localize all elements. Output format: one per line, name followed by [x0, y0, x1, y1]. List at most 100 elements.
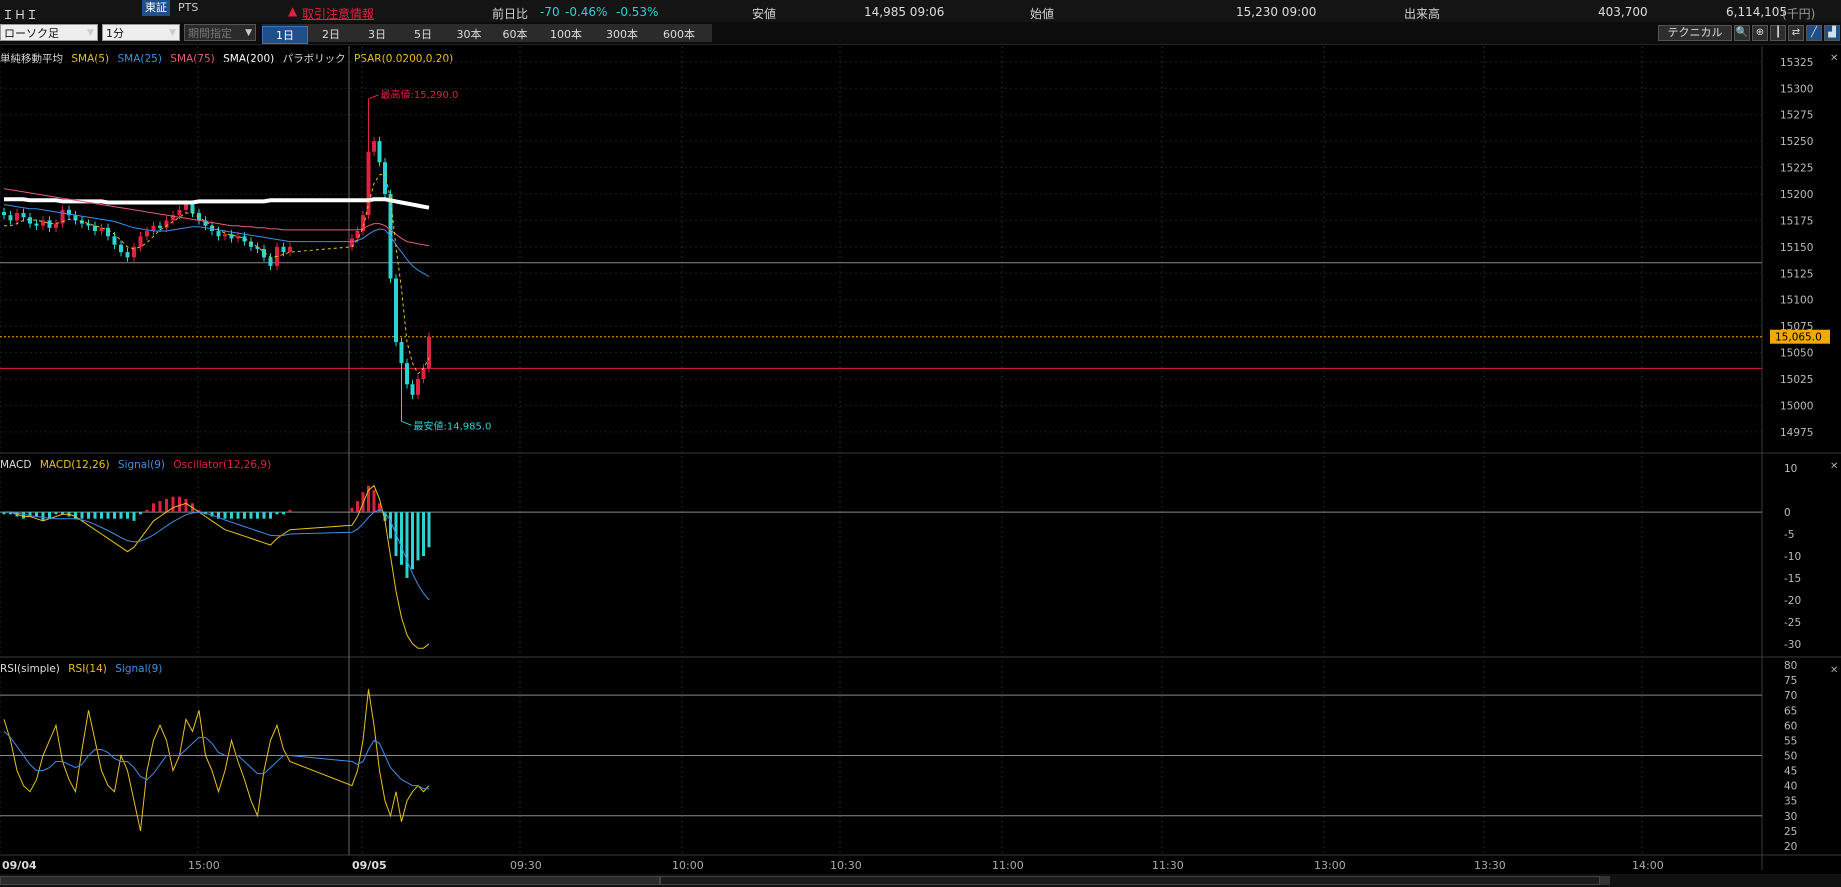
chart-canvas[interactable]: 最高値:15,290.0 最安値:14,985.0 09/04 15:00 09/05…	[0, 0, 1841, 887]
macd-legend: MACD MACD(12,26) Signal(9) Oscillator(12…	[0, 459, 276, 471]
scroll-right-handle[interactable]	[1600, 876, 1610, 885]
rsi-tick-label: 70	[1784, 690, 1797, 702]
time-scrollbar[interactable]	[0, 874, 1841, 887]
close-icon[interactable]: ✕	[1830, 53, 1841, 64]
range-5d-button[interactable]: 5日	[400, 26, 446, 44]
period-select[interactable]: 期間指定 ▼	[184, 24, 256, 41]
candle	[171, 215, 175, 221]
sma200-label[interactable]: SMA(200)	[223, 53, 274, 65]
draw-icon[interactable]: ╱	[1806, 25, 1822, 41]
candle	[410, 384, 415, 395]
macd-oscillator-bar	[230, 512, 233, 519]
macd-oscillator-bar	[262, 512, 266, 519]
macd-oscillator-bar	[28, 512, 32, 517]
candle	[249, 241, 253, 247]
scrollbar-range[interactable]	[660, 876, 1600, 885]
macd-tick-label: -15	[1784, 573, 1801, 585]
sma5-label[interactable]: SMA(5)	[71, 53, 109, 65]
price-tick-label: 15125	[1780, 268, 1813, 280]
range-600bars-button[interactable]: 600本	[650, 26, 708, 44]
exchange-tab[interactable]: 東証	[142, 0, 170, 16]
zoom-icon[interactable]: ⊕	[1752, 25, 1768, 41]
alert-link[interactable]: 取引注意情報	[302, 5, 374, 22]
candle	[158, 225, 162, 228]
scrollbar-thumb[interactable]	[0, 876, 660, 885]
range-30bars-button[interactable]: 30本	[446, 26, 492, 44]
candle	[177, 209, 182, 216]
macd-oscillator-bar	[41, 512, 45, 521]
sma25-label[interactable]: SMA(25)	[117, 53, 161, 65]
candle	[361, 215, 365, 231]
candle	[210, 225, 214, 231]
sma5-line	[4, 172, 430, 375]
price-tick-label: 15075	[1780, 321, 1813, 333]
sma75-label[interactable]: SMA(75)	[170, 53, 214, 65]
price-tick-label: 15300	[1780, 83, 1813, 95]
rsi-legend: RSI(simple) RSI(14) Signal(9)	[0, 663, 167, 675]
candle	[73, 215, 78, 221]
compare-icon[interactable]: ⇄	[1788, 25, 1804, 41]
macd-osc-label[interactable]: Oscillator(12,26,9)	[173, 459, 271, 471]
range-1d-button[interactable]: 1日	[262, 26, 308, 44]
rsi-title: RSI(simple)	[0, 663, 60, 675]
range-300bars-button[interactable]: 300本	[594, 26, 650, 44]
range-100bars-button[interactable]: 100本	[538, 26, 594, 44]
high-marker	[368, 94, 379, 100]
macd-oscillator-bar	[158, 501, 162, 513]
candle	[383, 162, 387, 194]
x-axis-label: 13:30	[1474, 859, 1506, 872]
macd-oscillator-bar	[106, 512, 110, 519]
price-tick-label: 15275	[1780, 110, 1813, 122]
macd-signal-line	[4, 509, 430, 601]
rsi-tick-label: 30	[1784, 811, 1797, 823]
candle	[93, 225, 97, 231]
macd-oscillator-bar	[139, 512, 142, 515]
sma25-line	[3, 204, 430, 277]
candle	[216, 231, 221, 237]
chevron-down-icon: ▼	[245, 28, 252, 38]
macd-oscillator-bar	[2, 512, 6, 515]
rsi-tick-label: 80	[1784, 660, 1797, 672]
macd-title: MACD	[0, 459, 32, 471]
range-2d-button[interactable]: 2日	[308, 26, 354, 44]
macd-oscillator-bar	[217, 512, 220, 519]
chart-type-value: ローソク足	[4, 27, 59, 40]
macd-oscillator-bar	[243, 512, 246, 519]
interval-value: 1分	[106, 27, 124, 40]
price-tick-label: 15150	[1780, 242, 1813, 254]
rsi-tick-label: 45	[1784, 766, 1797, 778]
price-tick-label: 15100	[1780, 295, 1813, 307]
pts-tab[interactable]: PTS	[178, 0, 198, 16]
alert-icon: ▲	[288, 4, 298, 18]
close-icon[interactable]: ✕	[1830, 461, 1841, 472]
search-icon[interactable]: 🔍	[1734, 25, 1750, 41]
x-axis-label: 09:30	[510, 859, 542, 872]
rsi-signal-label[interactable]: Signal(9)	[115, 663, 162, 675]
candle	[132, 246, 136, 258]
range-3d-button[interactable]: 3日	[354, 26, 400, 44]
technical-button[interactable]: テクニカル	[1658, 25, 1732, 41]
psar-label[interactable]: PSAR(0.0200,0.20)	[354, 53, 453, 65]
macd-oscillator-bar	[210, 512, 214, 517]
rsi-tick-label: 75	[1784, 675, 1797, 687]
macd-oscillator-bar	[427, 512, 431, 548]
rsi-label[interactable]: RSI(14)	[68, 663, 107, 675]
close-icon[interactable]: ✕	[1830, 665, 1841, 676]
low-label: 最安値:14,985.0	[414, 419, 492, 432]
area-chart-icon[interactable]: ▟	[1824, 25, 1840, 41]
macd-label[interactable]: MACD(12,26)	[40, 459, 110, 471]
candle-icon[interactable]: ┃	[1770, 25, 1786, 41]
chart-type-select[interactable]: ローソク足 ▼	[0, 24, 98, 41]
candle	[21, 213, 26, 218]
macd-oscillator-bar	[372, 490, 376, 513]
macd-line	[4, 484, 430, 649]
macd-oscillator-bar	[383, 512, 387, 521]
change-label: 前日比	[492, 7, 529, 21]
candle	[119, 244, 123, 253]
candle	[112, 236, 117, 245]
interval-select[interactable]: 1分 ▼	[102, 24, 180, 41]
macd-oscillator-bar	[119, 512, 123, 519]
x-axis-label: 11:30	[1152, 859, 1184, 872]
macd-signal-label[interactable]: Signal(9)	[118, 459, 165, 471]
range-60bars-button[interactable]: 60本	[492, 26, 538, 44]
